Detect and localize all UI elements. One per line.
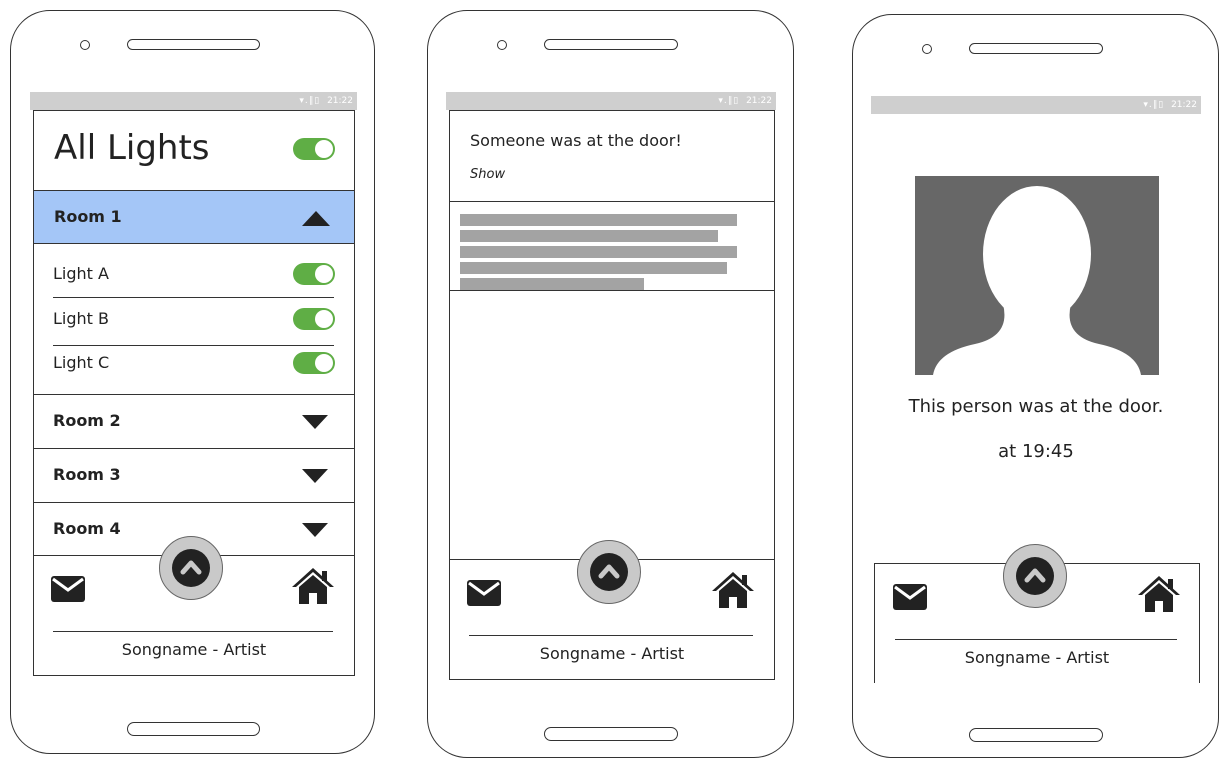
home-icon[interactable] (291, 567, 335, 605)
signal-battery-icon: ▾.∥▯ (718, 96, 740, 106)
light-a-toggle[interactable] (293, 263, 335, 285)
divider (53, 297, 334, 298)
signal-battery-icon: ▾.∥▯ (1143, 100, 1165, 110)
person-silhouette-icon (933, 186, 1141, 375)
camera-icon (497, 40, 507, 50)
placeholder-text-line (460, 278, 644, 290)
screen-2: ▾.∥▯ 21:22 Someone was at the door! Show (446, 92, 776, 680)
placeholder-text-line (460, 230, 718, 242)
expand-triangle-icon (302, 469, 328, 483)
phone-frame-1: ▾.∥▯ 21:22 All Lights Room 1 Light A Lig… (10, 10, 375, 754)
expand-triangle-icon (302, 523, 328, 537)
placeholder-text-line (460, 246, 737, 258)
mail-icon[interactable] (893, 584, 927, 610)
visit-time: at 19:45 (998, 441, 1074, 462)
home-hardware-button[interactable] (969, 728, 1103, 742)
expand-triangle-icon (302, 415, 328, 429)
light-b-toggle[interactable] (293, 308, 335, 330)
camera-icon (922, 44, 932, 54)
room-4-label: Room 4 (53, 519, 121, 538)
status-bar: ▾.∥▯ 21:22 (871, 96, 1201, 114)
notification-card[interactable]: Someone was at the door! Show (449, 110, 775, 202)
home-icon[interactable] (711, 571, 755, 609)
speaker-grille (969, 43, 1103, 54)
now-playing-label[interactable]: Songname - Artist (449, 644, 775, 663)
now-playing-label[interactable]: Songname - Artist (875, 648, 1199, 667)
room-1-header[interactable]: Room 1 (33, 190, 355, 244)
room-3-header[interactable]: Room 3 (33, 448, 355, 502)
phone-frame-3: ▾.∥▯ 21:22 This person was at the door. … (852, 14, 1219, 758)
status-time: 21:22 (746, 96, 772, 106)
phone-frame-2: ▾.∥▯ 21:22 Someone was at the door! Show (427, 10, 794, 758)
mail-icon[interactable] (51, 576, 85, 602)
visitor-caption: This person was at the door. (908, 396, 1164, 417)
visitor-photo[interactable] (915, 176, 1159, 375)
status-time: 21:22 (327, 96, 353, 106)
message-preview-card (449, 201, 775, 291)
light-a-label: Light A (53, 264, 109, 283)
screen-1: ▾.∥▯ 21:22 All Lights Room 1 Light A Lig… (30, 92, 357, 676)
light-c-toggle[interactable] (293, 352, 335, 374)
home-icon[interactable] (1137, 575, 1181, 613)
bottom-nav: Songname - Artist (33, 536, 355, 676)
nav-divider (895, 639, 1177, 640)
page-title: All Lights (54, 128, 210, 168)
expand-player-button[interactable] (577, 540, 641, 604)
status-time: 21:22 (1171, 100, 1197, 110)
collapse-triangle-icon (302, 211, 330, 226)
bottom-nav: Songname - Artist (874, 544, 1200, 683)
room-3-label: Room 3 (53, 465, 121, 484)
chevron-up-icon (1016, 557, 1054, 595)
chevron-up-icon (590, 553, 628, 591)
status-bar: ▾.∥▯ 21:22 (30, 92, 357, 110)
room-2-label: Room 2 (53, 411, 121, 430)
show-link[interactable]: Show (470, 167, 505, 182)
chevron-up-icon (172, 549, 210, 587)
room-2-header[interactable]: Room 2 (33, 394, 355, 448)
all-lights-toggle[interactable] (293, 138, 335, 160)
light-c-label: Light C (53, 353, 110, 372)
camera-icon (80, 40, 90, 50)
speaker-grille (544, 39, 678, 50)
speaker-grille (127, 39, 260, 50)
notification-title: Someone was at the door! (470, 131, 682, 150)
expand-player-button[interactable] (1003, 544, 1067, 608)
now-playing-label[interactable]: Songname - Artist (33, 640, 355, 659)
placeholder-text-line (460, 262, 727, 274)
signal-battery-icon: ▾.∥▯ (299, 96, 321, 106)
light-b-label: Light B (53, 309, 109, 328)
nav-divider (53, 631, 333, 632)
divider (53, 345, 334, 346)
mail-icon[interactable] (467, 580, 501, 606)
home-hardware-button[interactable] (544, 727, 678, 741)
screen-3: ▾.∥▯ 21:22 This person was at the door. … (871, 96, 1201, 684)
bottom-nav: Songname - Artist (449, 540, 775, 680)
home-hardware-button[interactable] (127, 722, 260, 736)
placeholder-text-line (460, 214, 737, 226)
nav-divider (469, 635, 753, 636)
room-1-label: Room 1 (54, 207, 122, 226)
expand-player-button[interactable] (159, 536, 223, 600)
status-bar: ▾.∥▯ 21:22 (446, 92, 776, 110)
